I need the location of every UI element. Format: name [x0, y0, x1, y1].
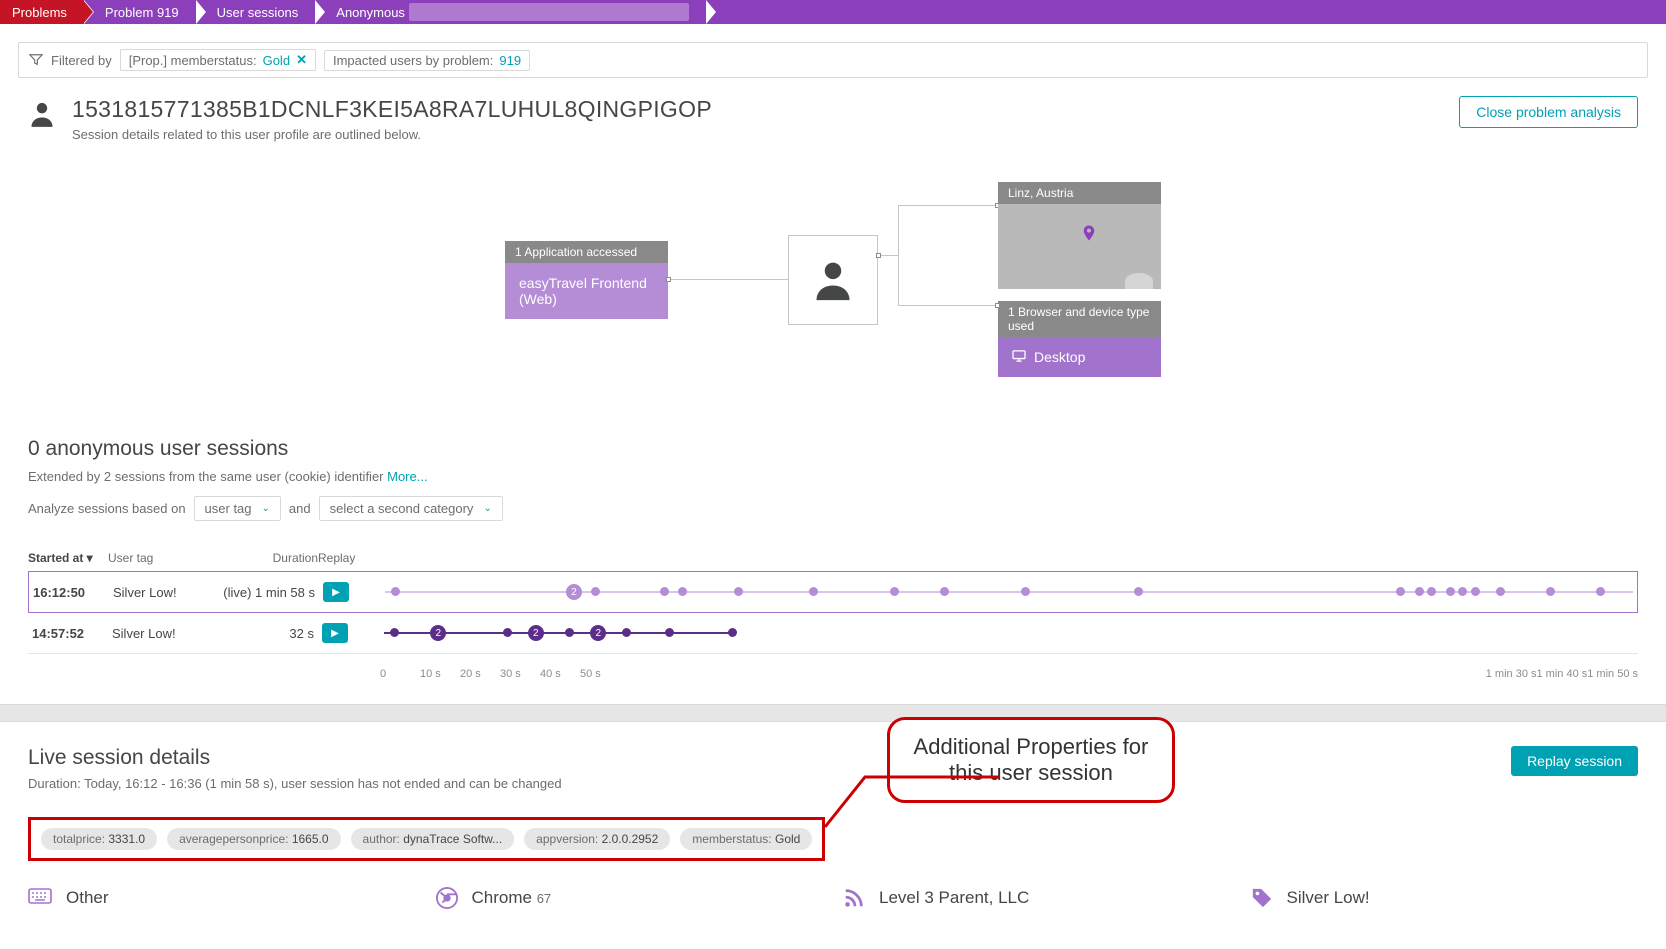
col-started[interactable]: Started at ▾ — [28, 551, 108, 565]
cell-started: 16:12:50 — [33, 585, 113, 600]
session-row[interactable]: 16:12:50 Silver Low! (live) 1 min 58 s ▶… — [28, 571, 1638, 613]
more-link[interactable]: More... — [387, 469, 427, 484]
chrome-icon — [436, 887, 458, 909]
footer-card-browser[interactable]: Chrome 67 — [436, 887, 824, 909]
remove-filter-icon[interactable]: ✕ — [296, 52, 307, 68]
cell-usertag: Silver Low! — [113, 585, 223, 600]
property-tag[interactable]: averagepersonprice: 1665.0 — [167, 828, 340, 850]
device-count-label: 1 Browser and device type used — [998, 301, 1161, 337]
annotation-callout: Additional Properties for this user sess… — [887, 717, 1176, 803]
timeline-axis: 0 10 s 20 s 30 s 40 s 50 s 1 min 30 s 1 … — [380, 668, 1638, 680]
live-session-subtitle: Duration: Today, 16:12 - 16:36 (1 min 58… — [28, 776, 562, 791]
topology-diagram: 1 Application accessed easyTravel Fronte… — [28, 182, 1638, 377]
filter-chip-memberstatus[interactable]: [Prop.] memberstatus: Gold ✕ — [120, 49, 316, 71]
replay-button[interactable]: ▶ — [323, 582, 349, 602]
property-tag[interactable]: author: dynaTrace Softw... — [351, 828, 515, 850]
breadcrumb-problems[interactable]: Problems — [0, 0, 83, 24]
cell-duration: 32 s — [222, 626, 322, 641]
breadcrumb-problem[interactable]: Problem 919 — [83, 0, 195, 24]
col-replay: Replay — [318, 551, 368, 565]
cell-started: 14:57:52 — [32, 626, 112, 641]
footer-card-tag[interactable]: Silver Low! — [1251, 887, 1639, 909]
chevron-down-icon: ⌄ — [262, 503, 270, 514]
footer-cards: Other Chrome 67 Level 3 Parent, LLC Silv… — [28, 887, 1638, 909]
rss-icon — [843, 887, 865, 909]
session-timeline: 2 2 2 — [384, 623, 1634, 643]
redacted-box — [409, 3, 689, 21]
analyze-select-1[interactable]: user tag⌄ — [194, 496, 281, 521]
tag-icon — [1251, 887, 1273, 909]
user-node[interactable] — [788, 235, 878, 325]
property-tag[interactable]: appversion: 2.0.0.2952 — [524, 828, 670, 850]
user-subtitle: Session details related to this user pro… — [72, 127, 712, 142]
replay-button[interactable]: ▶ — [322, 623, 348, 643]
analyze-select-2[interactable]: select a second category⌄ — [319, 496, 503, 521]
person-icon — [811, 258, 855, 302]
col-duration[interactable]: Duration — [218, 551, 318, 565]
properties-box: totalprice: 3331.0 averagepersonprice: 1… — [28, 817, 825, 861]
user-id-title: 1531815771385B1DCNLF3KEI5A8RA7LUHUL8QING… — [72, 96, 712, 123]
cell-usertag: Silver Low! — [112, 626, 222, 641]
cell-duration: (live) 1 min 58 s — [223, 585, 323, 600]
session-row[interactable]: 14:57:52 Silver Low! 32 s ▶ 2 2 2 — [28, 613, 1638, 654]
filter-bar: Filtered by [Prop.] memberstatus: Gold ✕… — [18, 42, 1648, 78]
filter-chip-problem[interactable]: Impacted users by problem: 919 — [324, 50, 530, 71]
breadcrumbs: Problems Problem 919 User sessions Anony… — [0, 0, 1666, 24]
device-card[interactable]: Desktop — [998, 337, 1161, 377]
close-problem-analysis-button[interactable]: Close problem analysis — [1459, 96, 1638, 128]
filter-icon — [29, 53, 43, 67]
replay-session-button[interactable]: Replay session — [1511, 746, 1638, 776]
chevron-down-icon: ⌄ — [483, 503, 491, 514]
sessions-subtitle: Extended by 2 sessions from the same use… — [28, 469, 1638, 484]
sessions-heading: 0 anonymous user sessions — [28, 437, 1638, 461]
location-map[interactable] — [998, 204, 1161, 289]
session-timeline: 2 — [385, 582, 1633, 602]
property-tag[interactable]: memberstatus: Gold — [680, 828, 812, 850]
breadcrumb-usersessions[interactable]: User sessions — [195, 0, 315, 24]
desktop-icon — [1012, 350, 1026, 362]
footer-card-isp[interactable]: Level 3 Parent, LLC — [843, 887, 1231, 909]
user-icon — [28, 100, 56, 128]
location-label: Linz, Austria — [998, 182, 1161, 204]
keyboard-icon — [28, 888, 52, 908]
filtered-by-label: Filtered by — [51, 53, 112, 68]
app-card[interactable]: easyTravel Frontend (Web) — [505, 263, 668, 319]
footer-card-other[interactable]: Other — [28, 887, 416, 909]
map-pin-icon — [1080, 222, 1098, 244]
app-count-label: 1 Application accessed — [505, 241, 668, 263]
col-usertag[interactable]: User tag — [108, 551, 218, 565]
sessions-table-header: Started at ▾ User tag Duration Replay — [28, 551, 1638, 571]
live-session-heading: Live session details — [28, 746, 562, 770]
property-tag[interactable]: totalprice: 3331.0 — [41, 828, 157, 850]
and-label: and — [289, 501, 311, 516]
analyze-label: Analyze sessions based on — [28, 501, 186, 516]
breadcrumb-anonymous[interactable]: Anonymous — [314, 0, 705, 24]
section-divider — [0, 704, 1666, 722]
